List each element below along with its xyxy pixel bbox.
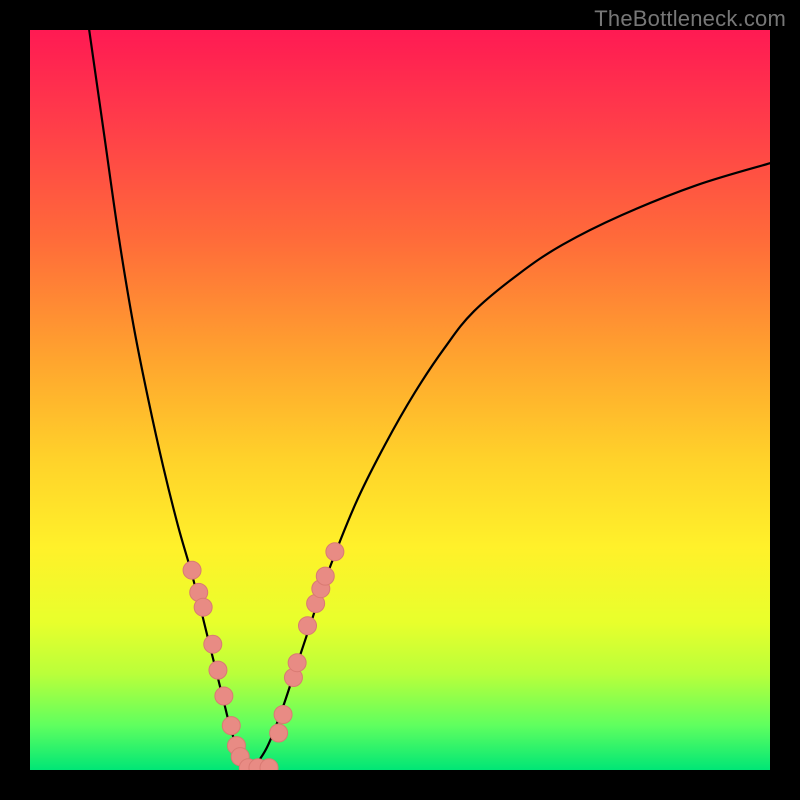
- plot-area: [30, 30, 770, 770]
- marker-point: [326, 543, 344, 561]
- marker-point: [288, 654, 306, 672]
- marker-point: [209, 661, 227, 679]
- marker-point: [270, 724, 288, 742]
- marker-point: [316, 567, 334, 585]
- chart-svg: [30, 30, 770, 770]
- marker-point: [183, 561, 201, 579]
- curve-left-branch: [89, 30, 252, 770]
- marker-point: [222, 717, 240, 735]
- watermark-text: TheBottleneck.com: [594, 6, 786, 32]
- marker-point: [194, 598, 212, 616]
- marker-point: [215, 687, 233, 705]
- curve-right-branch: [252, 163, 770, 770]
- chart-frame: TheBottleneck.com: [0, 0, 800, 800]
- marker-point: [299, 617, 317, 635]
- marker-point: [274, 706, 292, 724]
- marker-point: [204, 635, 222, 653]
